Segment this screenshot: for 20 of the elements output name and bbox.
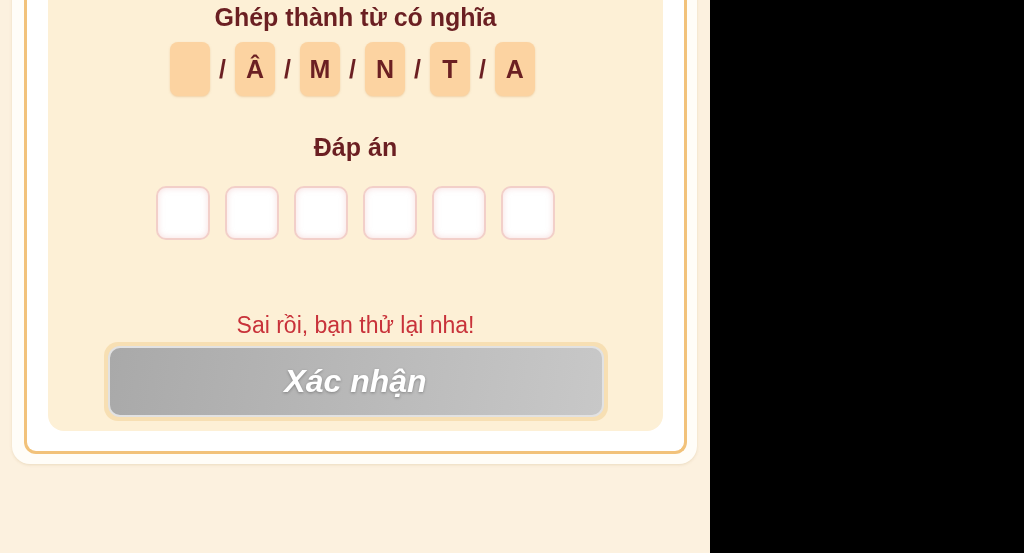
- answer-slot[interactable]: [432, 186, 486, 240]
- letter-tile[interactable]: Â: [235, 42, 276, 96]
- answer-slot[interactable]: [225, 186, 279, 240]
- separator: /: [478, 54, 486, 84]
- quiz-title: Ghép thành từ có nghĩa: [214, 2, 497, 33]
- answer-label: Đáp án: [313, 132, 398, 163]
- letter-tile[interactable]: T: [429, 42, 470, 96]
- answer-slot[interactable]: [294, 186, 348, 240]
- letter-tile[interactable]: A: [494, 42, 535, 96]
- error-message: Sai rồi, bạn thử lại nha!: [236, 311, 475, 340]
- separator: /: [219, 54, 227, 84]
- letter-tile[interactable]: N: [364, 42, 405, 96]
- separator: /: [413, 54, 421, 84]
- separator: /: [349, 54, 356, 84]
- letter-tile[interactable]: M: [300, 42, 340, 96]
- answer-slot[interactable]: [363, 186, 417, 240]
- answer-slot[interactable]: [156, 186, 210, 240]
- separator: /: [284, 54, 291, 84]
- letter-tile[interactable]: [170, 42, 211, 96]
- answer-slot[interactable]: [501, 186, 555, 240]
